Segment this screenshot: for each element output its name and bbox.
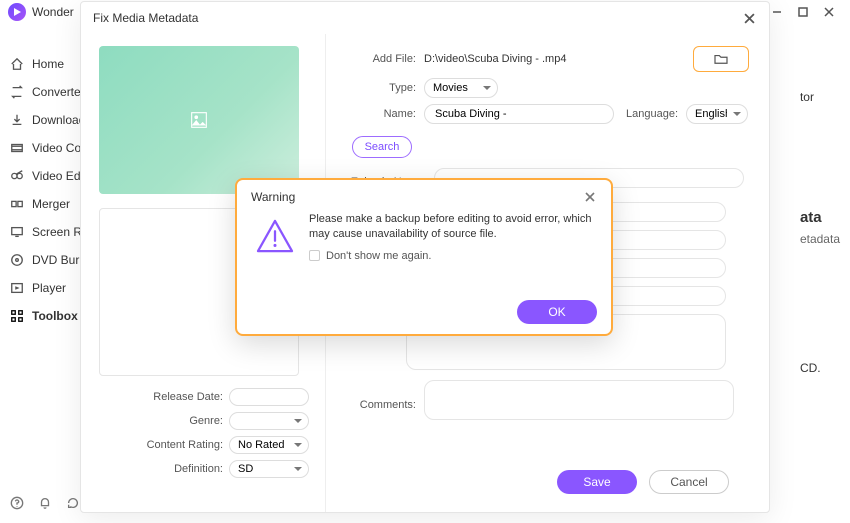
obscured-text: etadata [800, 232, 840, 246]
dialog-titlebar: Fix Media Metadata [81, 2, 769, 34]
cancel-button[interactable]: Cancel [649, 470, 729, 494]
help-icon[interactable] [10, 496, 24, 513]
release-date-label: Release Date: [153, 391, 223, 403]
maximize-button[interactable] [790, 3, 816, 21]
sidebar-item-label: Home [32, 57, 64, 71]
warning-dialog: Warning Please make a backup before edit… [235, 178, 613, 336]
warning-close-button[interactable] [583, 190, 597, 204]
definition-select[interactable]: SD [229, 460, 309, 478]
obscured-right-panel: tor ata etadata CD. [800, 90, 840, 375]
type-select[interactable]: Movies [424, 78, 498, 98]
media-thumbnail [99, 46, 299, 194]
browse-file-button[interactable] [693, 46, 749, 72]
comments-textarea[interactable] [424, 380, 734, 420]
obscured-text: tor [800, 90, 840, 104]
dialog-title: Fix Media Metadata [93, 11, 198, 25]
image-placeholder-icon [188, 109, 210, 131]
bell-icon[interactable] [38, 496, 52, 513]
genre-select[interactable] [229, 412, 309, 430]
genre-label: Genre: [189, 415, 223, 427]
warning-body-text: Please make a backup before editing to a… [309, 212, 597, 242]
save-button[interactable]: Save [557, 470, 637, 494]
content-rating-label: Content Rating: [147, 439, 223, 451]
type-label: Type: [346, 82, 416, 94]
sidebar-item-label: Download [32, 113, 85, 127]
app-logo-icon [8, 3, 26, 21]
close-window-button[interactable] [816, 3, 842, 21]
sidebar-item-label: Player [32, 281, 66, 295]
ok-button[interactable]: OK [517, 300, 597, 324]
warning-title: Warning [251, 190, 295, 204]
content-rating-select[interactable]: No Rated [229, 436, 309, 454]
app-name: Wonder [32, 5, 74, 19]
language-label: Language: [626, 108, 678, 120]
name-label: Name: [346, 108, 416, 120]
dont-show-label: Don't show me again. [326, 250, 431, 262]
refresh-icon[interactable] [66, 496, 80, 513]
release-date-input[interactable] [229, 388, 309, 406]
search-button[interactable]: Search [352, 136, 412, 158]
obscured-text: CD. [800, 361, 840, 375]
definition-label: Definition: [174, 463, 223, 475]
sidebar-item-label: Toolbox [32, 309, 78, 323]
sidebar-item-label: Merger [32, 197, 70, 211]
add-file-path: D:\video\Scuba Diving - .mp4 [424, 53, 566, 65]
language-select[interactable]: English [686, 104, 748, 124]
sidebar-item-label: Converter [32, 85, 85, 99]
add-file-label: Add File: [346, 53, 416, 65]
name-input[interactable] [424, 104, 614, 124]
comments-label: Comments: [346, 399, 416, 411]
dont-show-checkbox[interactable] [309, 250, 320, 261]
obscured-heading: ata [800, 209, 840, 226]
close-dialog-button[interactable] [741, 10, 757, 26]
warning-icon [255, 216, 295, 256]
